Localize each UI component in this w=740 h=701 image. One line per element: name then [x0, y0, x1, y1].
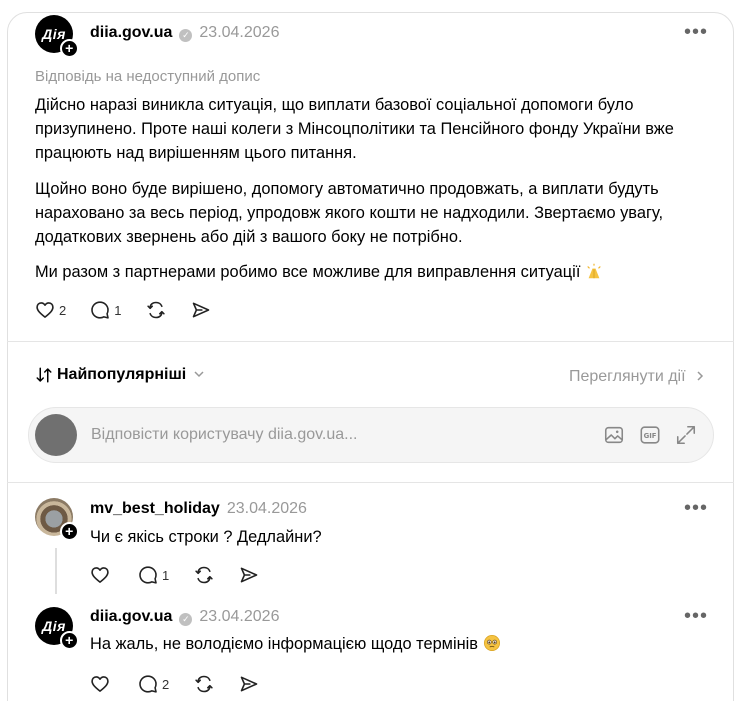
like-count: 2 — [59, 302, 67, 318]
verified-icon: ✓ — [179, 29, 193, 42]
post-header: diia.gov.ua ✓ 23.04.2026 — [90, 24, 279, 42]
share-button[interactable] — [191, 300, 211, 320]
repost-button[interactable] — [193, 565, 215, 585]
send-icon — [193, 302, 210, 318]
share-button[interactable] — [239, 674, 259, 694]
repost-icon — [147, 301, 166, 319]
repost-button[interactable] — [193, 674, 215, 694]
reply-count: 2 — [162, 676, 170, 692]
reply-count: 1 — [162, 567, 170, 583]
repost-icon — [195, 675, 213, 693]
view-activity-link[interactable]: Переглянути дії — [569, 368, 706, 386]
comment-username[interactable]: mv_best_holiday — [90, 500, 220, 518]
comment-actions: 1 — [90, 565, 283, 585]
sort-dropdown[interactable]: Найпопулярніші — [35, 366, 205, 384]
follow-plus-icon[interactable]: + — [60, 631, 79, 650]
reply-button[interactable]: 1 — [138, 565, 169, 585]
svg-text:GIF: GIF — [644, 432, 657, 440]
image-icon[interactable] — [603, 424, 625, 446]
post-paragraph-3-text: Ми разом з партнерами робимо все можливе… — [35, 263, 581, 281]
comment-actions: 2 — [90, 674, 283, 694]
comment-avatar[interactable]: + — [35, 498, 79, 541]
comment-text: На жаль, не володіємо інформацією щодо т… — [90, 635, 478, 653]
current-user-avatar — [35, 414, 77, 456]
comment-header: diia.gov.ua ✓ 23.04.2026 — [90, 608, 279, 626]
heart-icon — [36, 302, 54, 318]
section-divider — [7, 341, 734, 342]
post-avatar[interactable]: Дія + — [35, 15, 79, 58]
share-button[interactable] — [239, 565, 259, 585]
post-date[interactable]: 23.04.2026 — [199, 24, 279, 42]
reply-button[interactable]: 1 — [90, 300, 121, 320]
sort-label: Найпопулярніші — [57, 366, 187, 383]
comment-icon — [139, 566, 157, 584]
reply-button[interactable]: 2 — [138, 674, 169, 694]
follow-plus-icon[interactable]: + — [60, 522, 79, 541]
chevron-down-icon — [193, 368, 205, 383]
post-username[interactable]: diia.gov.ua — [90, 24, 172, 42]
composer-tools: GIF — [603, 424, 697, 446]
send-icon — [240, 567, 258, 583]
send-icon — [240, 676, 258, 692]
thread-line — [55, 548, 57, 594]
like-button[interactable] — [90, 674, 114, 694]
more-icon[interactable]: ••• — [684, 606, 708, 626]
post-actions: 2 1 — [35, 300, 235, 320]
like-button[interactable]: 2 — [35, 300, 66, 320]
heart-icon — [91, 567, 109, 583]
post-paragraph-1: Дійсно наразі виникла ситуація, що випла… — [35, 96, 674, 162]
repost-button[interactable] — [145, 300, 167, 320]
sort-arrows-icon — [36, 367, 52, 383]
comment-icon — [91, 301, 110, 319]
comment-header: mv_best_holiday 23.04.2026 — [90, 500, 307, 518]
section-divider — [7, 482, 734, 483]
heart-icon — [91, 676, 109, 692]
comment-username[interactable]: diia.gov.ua — [90, 608, 172, 626]
follow-plus-icon[interactable]: + — [60, 39, 79, 58]
comment-icon — [139, 675, 157, 693]
post-paragraph-3: Ми разом з партнерами робимо все можливе… — [35, 260, 725, 284]
repost-icon — [195, 566, 213, 584]
chevron-right-icon — [697, 371, 704, 381]
reply-count: 1 — [114, 302, 122, 318]
expand-icon[interactable] — [675, 424, 697, 446]
comment-avatar[interactable]: Дія + — [35, 607, 79, 650]
more-icon[interactable]: ••• — [684, 22, 708, 42]
like-button[interactable] — [90, 565, 114, 585]
reply-input[interactable]: Відповісти користувачу diia.gov.ua... — [91, 426, 358, 444]
verified-icon: ✓ — [179, 613, 193, 626]
reply-composer[interactable]: Відповісти користувачу diia.gov.ua... GI… — [28, 407, 714, 463]
folded-hands-emoji — [587, 263, 601, 279]
pleading-face-emoji — [483, 634, 500, 652]
reply-to-label: Відповідь на недоступний допис — [35, 68, 261, 85]
gif-icon[interactable]: GIF — [639, 424, 661, 446]
comment-text-row: На жаль, не володіємо інформацією щодо т… — [90, 632, 710, 656]
post-paragraph-2: Щойно воно буде вирішено, допомогу автом… — [35, 180, 664, 246]
comment-date[interactable]: 23.04.2026 — [199, 608, 279, 626]
view-activity-label: Переглянути дії — [568, 368, 686, 385]
comment-text: Чи є якісь строки ? Дедлайни? — [90, 528, 322, 546]
more-icon[interactable]: ••• — [684, 498, 708, 518]
comment-date[interactable]: 23.04.2026 — [227, 500, 307, 518]
